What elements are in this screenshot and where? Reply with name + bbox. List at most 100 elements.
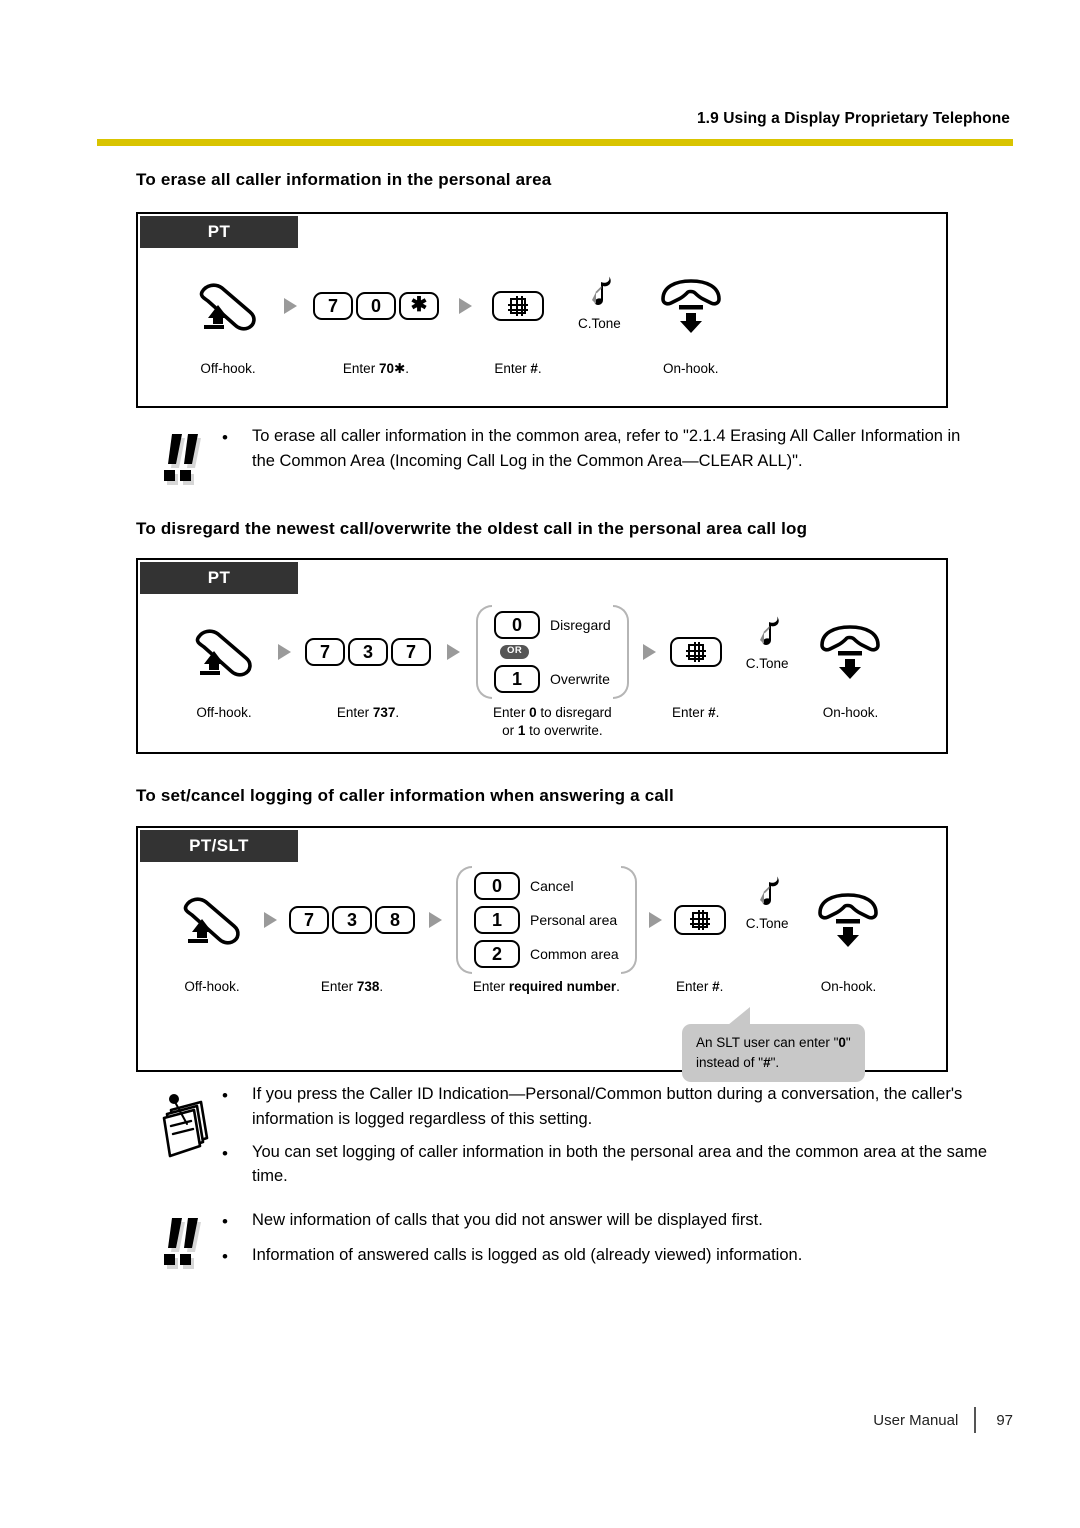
key-7[interactable]: 7	[289, 906, 329, 934]
phone-type-tag-2: PT	[140, 562, 298, 594]
arrow-icon	[278, 644, 291, 660]
list-item: • Information of answered calls is logge…	[222, 1243, 802, 1270]
diagram-box-1: PT Off-hook. 7 0 ✱ Enter 70✱. Enter #. C…	[136, 212, 948, 408]
arrow-icon	[447, 644, 460, 660]
phone-type-tag-1: PT	[140, 216, 298, 248]
key-8[interactable]: 8	[375, 906, 415, 934]
step-off-hook: Off-hook.	[188, 276, 268, 378]
arrow-icon	[264, 912, 277, 928]
ctone-label: C.Tone	[745, 656, 789, 671]
section-heading-2: To disregard the newest call/overwrite t…	[136, 519, 808, 538]
list-item: • You can set logging of caller informat…	[222, 1140, 990, 1190]
ctone-label: C.Tone	[745, 916, 789, 931]
option-label: Overwrite	[550, 670, 610, 687]
key-3[interactable]: 3	[348, 638, 388, 666]
step-label-enter-code: Enter 70✱.	[342, 361, 410, 376]
flow-arrow	[637, 876, 674, 964]
list-item: • If you press the Caller ID Indication—…	[222, 1082, 990, 1132]
arrow-icon	[459, 298, 472, 314]
note-text: New information of calls that you did no…	[252, 1211, 763, 1229]
confirmation-tone: C.Tone	[578, 276, 621, 331]
brace-right	[620, 866, 637, 974]
key-7b[interactable]: 7	[391, 638, 431, 666]
option-disregard[interactable]: 0 Disregard	[494, 611, 611, 640]
note-list: • If you press the Caller ID Indication—…	[222, 1082, 990, 1189]
option-common-area[interactable]: 2 Common area	[474, 940, 619, 968]
document-page: 1.9 Using a Display Proprietary Telephon…	[0, 0, 1080, 1528]
key-1[interactable]: 1	[474, 906, 520, 934]
option-label: Personal area	[530, 912, 618, 928]
option-label: Cancel	[530, 878, 574, 894]
option-group: 0 Cancel 1 Personal area 2 Common area	[456, 866, 637, 974]
brace-left	[456, 866, 472, 974]
slt-callout-bubble: An SLT user can enter "0" instead of "#"…	[682, 1007, 865, 1083]
note-text: Information of answered calls is logged …	[252, 1245, 803, 1264]
step-label-off-hook: Off-hook.	[200, 361, 256, 376]
step-label-enter-hash: Enter #.	[676, 979, 724, 994]
music-note-icon	[592, 276, 612, 305]
note-text: To erase all caller information in the c…	[252, 427, 961, 470]
step-label-off-hook: Off-hook.	[196, 705, 252, 720]
step-enter-code: 7 3 7 Enter 737.	[305, 616, 431, 722]
flow-arrow	[415, 876, 456, 964]
option-group: 0 Disregard OR 1 Overwrite	[476, 605, 629, 699]
list-item: • To erase all caller information in the…	[222, 424, 980, 474]
handset-onhook-icon	[810, 616, 890, 688]
section-heading-1: To erase all caller information in the p…	[136, 170, 552, 189]
note-block-caution-2: • New information of calls that you did …	[150, 1208, 990, 1274]
bullet-icon: •	[222, 1212, 228, 1231]
key-1[interactable]: 1	[494, 664, 540, 693]
step-label-select-option: Enter required number.	[472, 979, 620, 994]
hash-key-icon[interactable]	[669, 637, 722, 667]
keypad-row: 7 3 7	[305, 638, 431, 666]
handset-onhook-icon	[808, 876, 888, 964]
note-block-notepad: • If you press the Caller ID Indication—…	[150, 1082, 990, 1189]
step-enter-hash: Enter #.	[673, 876, 726, 996]
note-block-caution-1: • To erase all caller information in the…	[150, 424, 980, 490]
key-0[interactable]: 0	[494, 611, 540, 640]
header-rule-cap	[97, 139, 105, 146]
step-off-hook: Off-hook.	[184, 616, 264, 722]
step-label-enter-hash: Enter #.	[494, 361, 542, 376]
note-text: You can set logging of caller informatio…	[252, 1142, 988, 1186]
bullet-icon: •	[222, 1246, 228, 1266]
arrow-icon	[284, 298, 297, 314]
option-personal-area[interactable]: 1 Personal area	[474, 906, 619, 934]
hash-key-icon[interactable]	[492, 291, 544, 321]
step-confirmation-tone: C.Tone	[544, 276, 621, 336]
note-list: • To erase all caller information in the…	[222, 424, 980, 474]
ctone-label: C.Tone	[578, 316, 621, 331]
step-confirmation-tone: C.Tone	[726, 876, 789, 964]
handset-offhook-icon	[172, 876, 252, 964]
header-rule	[97, 139, 1013, 146]
step-enter-code: 7 0 ✱ Enter 70✱.	[313, 276, 439, 378]
step-label-on-hook: On-hook.	[663, 361, 719, 376]
callout-tail	[716, 1007, 750, 1025]
step-label-on-hook: On-hook.	[820, 979, 877, 994]
option-label: Common area	[530, 946, 619, 962]
list-item: • New information of calls that you did …	[222, 1208, 802, 1235]
key-7[interactable]: 7	[313, 292, 353, 320]
step-on-hook: On-hook.	[788, 616, 890, 722]
step-on-hook: On-hook.	[621, 276, 731, 378]
key-7[interactable]: 7	[305, 638, 345, 666]
brace-right	[612, 605, 629, 699]
or-badge: OR	[500, 645, 530, 659]
notepad-icon	[150, 1082, 222, 1158]
step-confirmation-tone: C.Tone	[722, 616, 789, 688]
hash-key-icon[interactable]	[673, 905, 726, 935]
arrow-icon	[642, 644, 656, 660]
brace-left	[476, 605, 492, 699]
key-0[interactable]: 0	[356, 292, 396, 320]
arrow-icon	[429, 912, 442, 928]
key-3[interactable]: 3	[332, 906, 372, 934]
arrow-icon	[648, 912, 662, 928]
key-0[interactable]: 0	[474, 872, 520, 900]
step-label-on-hook: On-hook.	[822, 705, 879, 720]
key-star[interactable]: ✱	[399, 292, 439, 320]
option-cancel[interactable]: 0 Cancel	[474, 872, 619, 900]
option-overwrite[interactable]: 1 Overwrite	[494, 664, 611, 693]
key-2[interactable]: 2	[474, 940, 520, 968]
handset-onhook-icon	[651, 276, 731, 336]
step-select-option: 0 Disregard OR 1 Overwrite Enter 0 to di…	[476, 605, 629, 740]
